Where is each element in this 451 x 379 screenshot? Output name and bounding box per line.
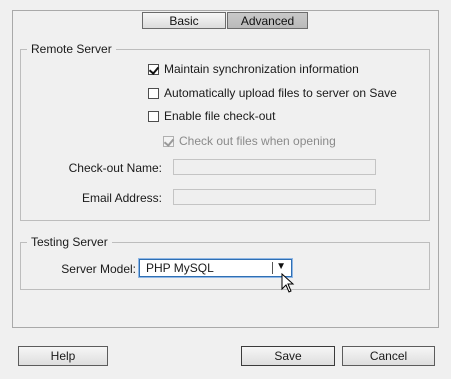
- tab-basic[interactable]: Basic: [142, 12, 226, 29]
- remote-server-legend: Remote Server: [27, 42, 116, 56]
- file-checkout-label: Enable file check-out: [164, 109, 276, 123]
- mouse-pointer-icon: [281, 273, 295, 293]
- checkout-on-open-label: Check out files when opening: [179, 134, 336, 148]
- file-checkout-checkbox[interactable]: [148, 110, 159, 122]
- email-address-field[interactable]: [173, 189, 376, 205]
- tab-advanced[interactable]: Advanced: [227, 12, 308, 29]
- email-address-label: Email Address:: [81, 191, 162, 205]
- tab-bar: Basic Advanced: [142, 12, 308, 29]
- cancel-button[interactable]: Cancel: [342, 346, 435, 366]
- select-separator: [272, 262, 273, 274]
- server-model-value: PHP MySQL: [146, 261, 214, 275]
- maintain-sync-checkbox[interactable]: [148, 63, 159, 75]
- auto-upload-label: Automatically upload files to server on …: [164, 86, 397, 100]
- maintain-sync-label: Maintain synchronization information: [164, 62, 359, 76]
- maintain-sync-row[interactable]: Maintain synchronization information: [148, 61, 359, 77]
- checkout-name-label: Check-out Name:: [68, 161, 162, 175]
- checkout-on-open-row: Check out files when opening: [163, 133, 336, 149]
- file-checkout-row[interactable]: Enable file check-out: [148, 108, 275, 124]
- save-button[interactable]: Save: [241, 346, 335, 366]
- server-model-label: Server Model:: [61, 262, 136, 276]
- auto-upload-row[interactable]: Automatically upload files to server on …: [148, 85, 397, 101]
- testing-server-legend: Testing Server: [27, 235, 112, 249]
- auto-upload-checkbox[interactable]: [148, 87, 159, 99]
- checkout-on-open-checkbox: [163, 135, 174, 147]
- server-model-select[interactable]: PHP MySQL ▼: [139, 259, 292, 277]
- help-button[interactable]: Help: [18, 346, 108, 366]
- checkout-name-field[interactable]: [173, 159, 376, 175]
- chevron-down-icon[interactable]: ▼: [276, 261, 286, 272]
